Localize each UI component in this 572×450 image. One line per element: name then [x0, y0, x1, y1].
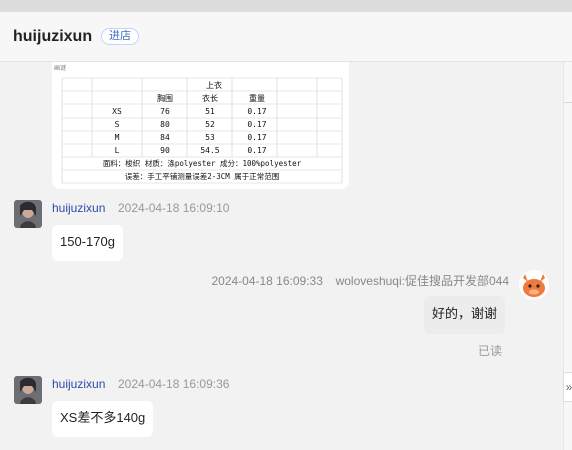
- size-chart-cell: 0.17: [247, 146, 266, 155]
- size-chart-col-header: 重量: [249, 93, 265, 103]
- size-chart-cell: 51: [205, 107, 215, 116]
- size-chart-image[interactable]: 画谜 上衣 胸围 衣长 重量 XS 76 51 0.17 S 80 52 0.1…: [52, 62, 349, 189]
- message-bubble: XS差不多140g: [52, 401, 154, 437]
- size-chart-error: 误差：手工平铺测量误差2-3CM 属于正常范围: [125, 171, 280, 181]
- size-chart-cell: 0.17: [247, 120, 266, 129]
- sender-name: woloveshuqi:促佳搜品开发部044: [335, 274, 509, 288]
- user-avatar-icon: [14, 376, 42, 404]
- message-time: 2024-04-18 16:09:36: [118, 377, 230, 391]
- size-chart-cell: 76: [160, 107, 170, 116]
- size-chart-cell: L: [115, 146, 120, 155]
- message-time: 2024-04-18 16:09:10: [118, 201, 230, 215]
- chat-header: huijuzixun 进店: [0, 12, 572, 62]
- size-chart-cell: 0.17: [247, 133, 266, 142]
- size-chart-cell: XS: [112, 107, 122, 116]
- size-chart-corner-label: 画谜: [54, 64, 66, 72]
- cartoon-cow-avatar-icon: [519, 270, 549, 300]
- size-chart-cell: S: [115, 120, 120, 129]
- size-chart-cell: 0.17: [247, 107, 266, 116]
- size-chart-cell: 53: [205, 133, 215, 142]
- sender-name: huijuzixun: [52, 377, 106, 391]
- message-time: 2024-04-18 16:09:33: [211, 274, 323, 288]
- message-bubble: 150-170g: [52, 225, 123, 261]
- message-meta: 2024-04-18 16:09:33 woloveshuqi:促佳搜品开发部0…: [203, 272, 509, 289]
- size-chart-cell: 54.5: [200, 146, 219, 155]
- size-chart-material: 面料：梭织 材质：涤polyester 成分：100%polyester: [103, 158, 302, 168]
- read-status: 已读: [478, 344, 503, 358]
- window-top-strip: [0, 0, 572, 12]
- shop-name: huijuzixun: [13, 28, 93, 45]
- collapse-panel-button[interactable]: »: [563, 372, 572, 402]
- size-chart-title: 上衣: [206, 80, 222, 90]
- size-chart-cell: 52: [205, 120, 215, 129]
- avatar[interactable]: [14, 376, 42, 404]
- size-chart-col-header: 胸围: [157, 93, 173, 103]
- size-chart-table: 画谜 上衣 胸围 衣长 重量 XS 76 51 0.17 S 80 52 0.1…: [52, 62, 349, 189]
- size-chart-col-header: 衣长: [202, 93, 218, 103]
- size-chart-cell: 80: [160, 120, 170, 129]
- size-chart-cell: M: [115, 133, 120, 142]
- message-bubble: 好的，谢谢: [424, 296, 506, 334]
- enter-shop-button[interactable]: 进店: [101, 28, 139, 45]
- sender-name: huijuzixun: [52, 201, 106, 215]
- user-avatar-icon: [14, 200, 42, 228]
- avatar[interactable]: [14, 200, 42, 228]
- avatar[interactable]: [519, 270, 549, 300]
- size-chart-cell: 90: [160, 146, 170, 155]
- size-chart-cell: 84: [160, 133, 170, 142]
